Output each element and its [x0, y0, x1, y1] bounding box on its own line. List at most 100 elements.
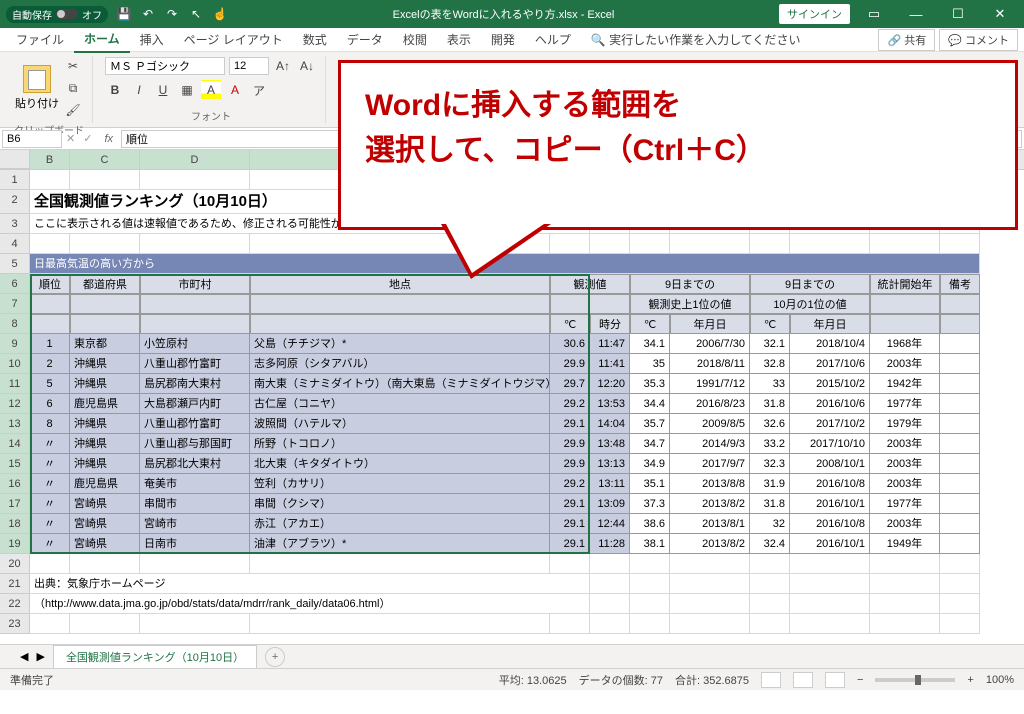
cell[interactable] [670, 234, 750, 254]
cell[interactable] [30, 234, 70, 254]
shrink-font-icon[interactable]: A↓ [297, 56, 317, 76]
cell[interactable]: 2017/10/2 [790, 414, 870, 434]
fill-color-icon[interactable]: A [201, 80, 221, 100]
row-header[interactable]: 5 [0, 254, 30, 274]
cell[interactable] [590, 234, 630, 254]
cell[interactable]: 南大東（ミナミダイトウ）（南大東島（ミナミダイトウジマ））* [250, 374, 550, 394]
cell[interactable] [940, 294, 980, 314]
cell[interactable]: 島尻郡北大東村 [140, 454, 250, 474]
cell[interactable] [870, 594, 940, 614]
underline-icon[interactable]: U [153, 80, 173, 100]
cell[interactable] [870, 294, 940, 314]
tellme[interactable]: 🔍 実行したい作業を入力してください [581, 27, 811, 52]
view-break-icon[interactable] [825, 672, 845, 688]
cell[interactable] [670, 554, 750, 574]
font-color-icon[interactable]: A [225, 80, 245, 100]
format-painter-icon[interactable]: 🖌 [63, 100, 83, 120]
cell[interactable]: （http://www.data.jma.go.jp/obd/stats/dat… [30, 594, 590, 614]
cell[interactable] [750, 594, 790, 614]
cell[interactable]: 2016/10/8 [790, 514, 870, 534]
cell[interactable]: 31.9 [750, 474, 790, 494]
cell[interactable]: 1977年 [870, 394, 940, 414]
cell[interactable]: 大島郡瀬戸内町 [140, 394, 250, 414]
cell[interactable]: 北大東（キタダイトウ） [250, 454, 550, 474]
cell[interactable]: 1 [30, 334, 70, 354]
cell[interactable]: 32 [750, 514, 790, 534]
cell[interactable] [940, 234, 980, 254]
cell[interactable]: 37.3 [630, 494, 670, 514]
cell[interactable]: ℃ [550, 314, 590, 334]
cell[interactable] [250, 614, 550, 634]
cell[interactable] [70, 234, 140, 254]
cell[interactable] [940, 494, 980, 514]
cell[interactable] [30, 294, 70, 314]
cell[interactable] [140, 294, 250, 314]
cell[interactable]: 沖縄県 [70, 374, 140, 394]
tab-data[interactable]: データ [337, 27, 393, 52]
cell[interactable]: 35.1 [630, 474, 670, 494]
cell[interactable]: 日南市 [140, 534, 250, 554]
cell[interactable]: 〃 [30, 494, 70, 514]
row-header[interactable]: 8 [0, 314, 30, 334]
cell[interactable]: 波照間（ハテルマ） [250, 414, 550, 434]
row-header[interactable]: 7 [0, 294, 30, 314]
autosave-toggle[interactable]: 自動保存オフ [6, 6, 108, 23]
cell[interactable] [870, 314, 940, 334]
cell[interactable]: 1949年 [870, 534, 940, 554]
row-header[interactable]: 16 [0, 474, 30, 494]
cell[interactable]: 2016/10/1 [790, 494, 870, 514]
cell[interactable]: 2018/8/11 [670, 354, 750, 374]
cell[interactable] [140, 614, 250, 634]
cell[interactable]: 33.2 [750, 434, 790, 454]
row-header[interactable]: 11 [0, 374, 30, 394]
row-header[interactable]: 3 [0, 214, 30, 234]
cell[interactable]: 32.8 [750, 354, 790, 374]
cell[interactable] [30, 614, 70, 634]
cell[interactable]: 都道府県 [70, 274, 140, 294]
cell[interactable]: 古仁屋（コニヤ） [250, 394, 550, 414]
cell[interactable]: 観測値 [550, 274, 630, 294]
cell[interactable] [140, 170, 250, 190]
cell[interactable]: 31.8 [750, 494, 790, 514]
cell[interactable]: 串間市 [140, 494, 250, 514]
cell[interactable]: 2013/8/2 [670, 494, 750, 514]
cell[interactable] [790, 614, 870, 634]
fx-icon[interactable]: fx [96, 133, 121, 145]
cell[interactable]: 2016/10/8 [790, 474, 870, 494]
cell[interactable] [30, 314, 70, 334]
cell[interactable] [790, 234, 870, 254]
col-header[interactable]: B [30, 150, 70, 169]
cell[interactable]: 13:53 [590, 394, 630, 414]
cell[interactable]: 2018/10/4 [790, 334, 870, 354]
redo-icon[interactable]: ↷ [164, 6, 180, 22]
cell[interactable]: 11:28 [590, 534, 630, 554]
italic-icon[interactable]: I [129, 80, 149, 100]
zoom-slider[interactable] [875, 678, 955, 682]
cell[interactable]: 29.1 [550, 494, 590, 514]
maximize-icon[interactable]: ☐ [940, 0, 976, 28]
cell[interactable]: 2013/8/8 [670, 474, 750, 494]
cell[interactable]: 年月日 [790, 314, 870, 334]
cell[interactable]: 1991/7/12 [670, 374, 750, 394]
cell[interactable]: 1942年 [870, 374, 940, 394]
cell[interactable]: 宮崎県 [70, 494, 140, 514]
cell[interactable]: 年月日 [670, 314, 750, 334]
cell[interactable] [940, 374, 980, 394]
cell[interactable] [750, 234, 790, 254]
cell[interactable]: 9日までの [630, 274, 750, 294]
cell[interactable] [940, 414, 980, 434]
cell[interactable]: 沖縄県 [70, 354, 140, 374]
row-header[interactable]: 9 [0, 334, 30, 354]
cell[interactable] [940, 594, 980, 614]
cell[interactable]: ℃ [630, 314, 670, 334]
cell[interactable] [140, 314, 250, 334]
cell[interactable]: 12:44 [590, 514, 630, 534]
cell[interactable]: 38.6 [630, 514, 670, 534]
tab-file[interactable]: ファイル [6, 27, 74, 52]
cell[interactable]: 出典：気象庁ホームページ [30, 574, 590, 594]
close-icon[interactable]: ✕ [982, 0, 1018, 28]
cell[interactable]: 2017/9/7 [670, 454, 750, 474]
cell[interactable]: 沖縄県 [70, 414, 140, 434]
size-select[interactable] [229, 57, 269, 75]
cut-icon[interactable]: ✂ [63, 56, 83, 76]
